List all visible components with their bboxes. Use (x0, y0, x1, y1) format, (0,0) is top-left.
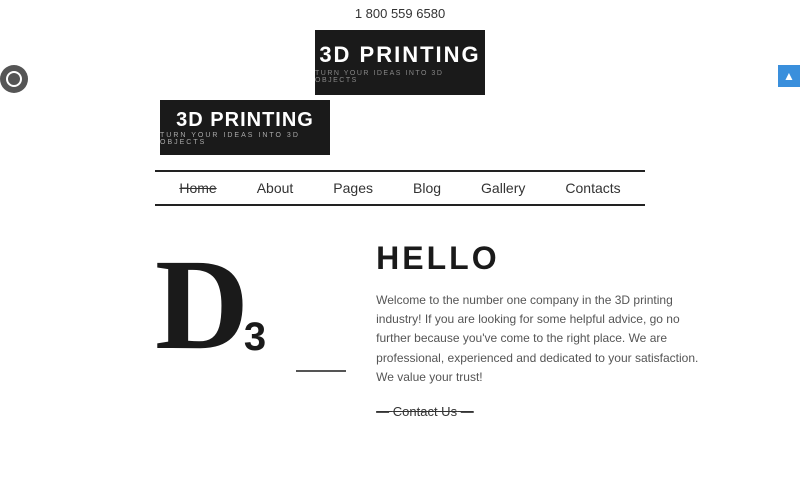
nav-item-gallery[interactable]: Gallery (481, 180, 525, 196)
top-bar: 1 800 559 6580 (0, 0, 800, 27)
side-icon-inner (6, 71, 22, 87)
phone-number: 1 800 559 6580 (355, 6, 445, 21)
header-brand-subtitle: TURN YOUR IDEAS INTO 3D OBJECTS (315, 70, 485, 84)
hero-section: D 3 HELLO Welcome to the number one comp… (155, 240, 700, 421)
nav-item-pages[interactable]: Pages (333, 180, 373, 196)
header-brand-title: 3D PRINTING (319, 42, 480, 68)
side-icon-left[interactable] (0, 65, 28, 93)
right-icon[interactable]: ▲ (778, 65, 800, 87)
header-banner: 3D PRINTING TURN YOUR IDEAS INTO 3D OBJE… (315, 30, 485, 95)
arrow-icon: ▲ (783, 69, 795, 83)
logo-left: 3D PRINTING TURN YOUR IDEAS INTO 3D OBJE… (160, 100, 330, 155)
dash-divider (296, 370, 346, 372)
hero-letter: D (155, 240, 249, 370)
logo-brand-title: 3D PRINTING (176, 109, 314, 132)
hero-title: HELLO (376, 240, 700, 277)
hero-body: Welcome to the number one company in the… (376, 291, 700, 387)
nav-item-blog[interactable]: Blog (413, 180, 441, 196)
nav-item-about[interactable]: About (257, 180, 294, 196)
hero-number: 3 (244, 315, 266, 360)
logo-brand-subtitle: TURN YOUR IDEAS INTO 3D OBJECTS (160, 132, 330, 146)
contact-us-link[interactable]: — Contact Us — (376, 404, 474, 419)
hero-text-content: HELLO Welcome to the number one company … (376, 240, 700, 421)
nav-item-contacts[interactable]: Contacts (565, 180, 620, 196)
nav-item-home[interactable]: Home (179, 180, 216, 196)
nav-bar: Home About Pages Blog Gallery Contacts (155, 170, 645, 206)
